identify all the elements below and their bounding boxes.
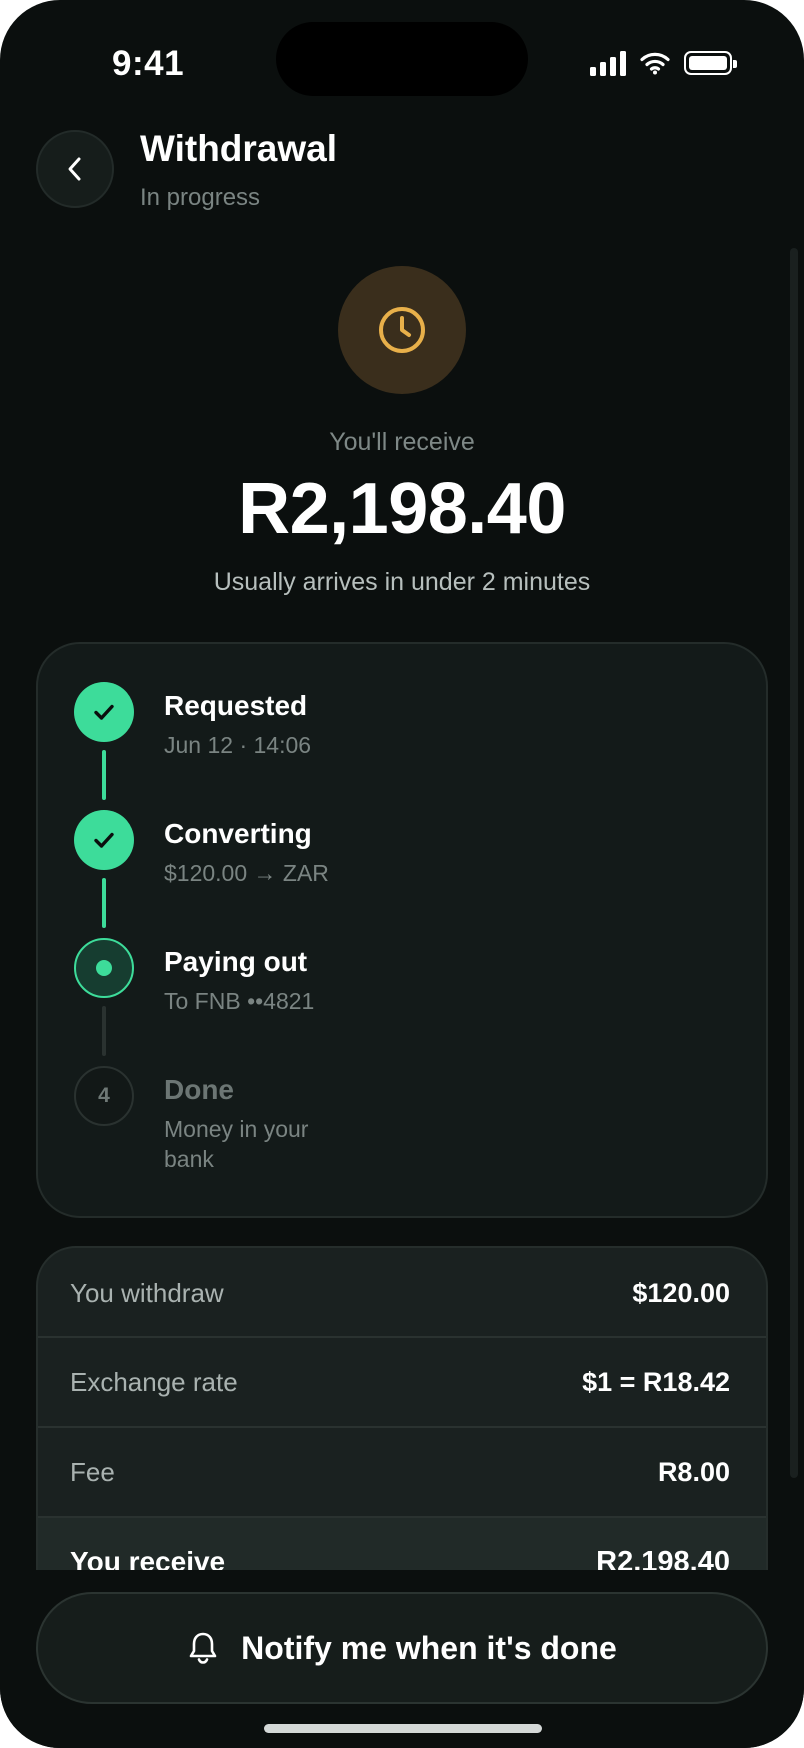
step-done-marker: 4 [74, 1066, 134, 1126]
detail-row: You withdraw $120.00 [38, 1248, 766, 1338]
step-connector [102, 1006, 106, 1056]
step-requested-marker [74, 682, 134, 742]
clock-icon [379, 307, 425, 353]
status-icons [590, 50, 737, 76]
bell-icon [189, 1632, 217, 1664]
page-subtitle: In progress [140, 184, 261, 211]
notify-button[interactable]: Notify me when it's done [36, 1592, 768, 1704]
step-paying-out-marker [74, 938, 134, 998]
receive-label: You'll receive [329, 428, 475, 456]
step-subtitle: Money in your bank [164, 1116, 309, 1172]
battery-icon [684, 51, 737, 75]
page-title: Withdrawal [140, 128, 338, 169]
check-icon [94, 704, 114, 720]
notify-button-label: Notify me when it's done [241, 1629, 617, 1666]
step-connector [102, 750, 106, 800]
check-icon [94, 832, 114, 848]
detail-value: R8.00 [657, 1456, 730, 1487]
detail-row: Exchange rate $1 = R18.42 [38, 1336, 766, 1426]
detail-label: Exchange rate [70, 1366, 238, 1397]
step-subtitle: $120.00 → ZAR [164, 860, 329, 886]
pending-status-badge [338, 266, 466, 394]
home-indicator[interactable] [264, 1724, 542, 1733]
detail-label: You withdraw [70, 1277, 224, 1308]
step-title: Converting [164, 818, 312, 849]
dynamic-island [276, 22, 528, 96]
step-title: Paying out [164, 946, 308, 977]
step-title: Done [164, 1074, 234, 1105]
step-subtitle: To FNB ••4821 [164, 988, 315, 1014]
arrival-note: Usually arrives in under 2 minutes [213, 568, 591, 596]
step-converting-marker [74, 810, 134, 870]
detail-value: $120.00 [632, 1277, 730, 1308]
back-button[interactable] [36, 130, 114, 208]
wifi-icon [640, 52, 670, 75]
detail-label: Fee [70, 1456, 115, 1487]
active-dot-icon [96, 960, 112, 976]
step-title: Requested [164, 690, 308, 721]
detail-value: $1 = R18.42 [582, 1366, 730, 1397]
detail-row: Fee R8.00 [38, 1426, 766, 1516]
step-subtitle: Jun 12 · 14:06 [164, 732, 312, 758]
receive-amount: R2,198.40 [238, 469, 566, 549]
phone-screen: 9:41 Withdrawal In progress You'll recei… [0, 0, 804, 1748]
progress-steps-card: Requested Jun 12 · 14:06 Converting $120… [36, 642, 768, 1218]
signal-icon [590, 50, 626, 76]
chevron-left-icon [68, 157, 81, 181]
step-connector [102, 878, 106, 928]
status-time: 9:41 [112, 44, 185, 83]
